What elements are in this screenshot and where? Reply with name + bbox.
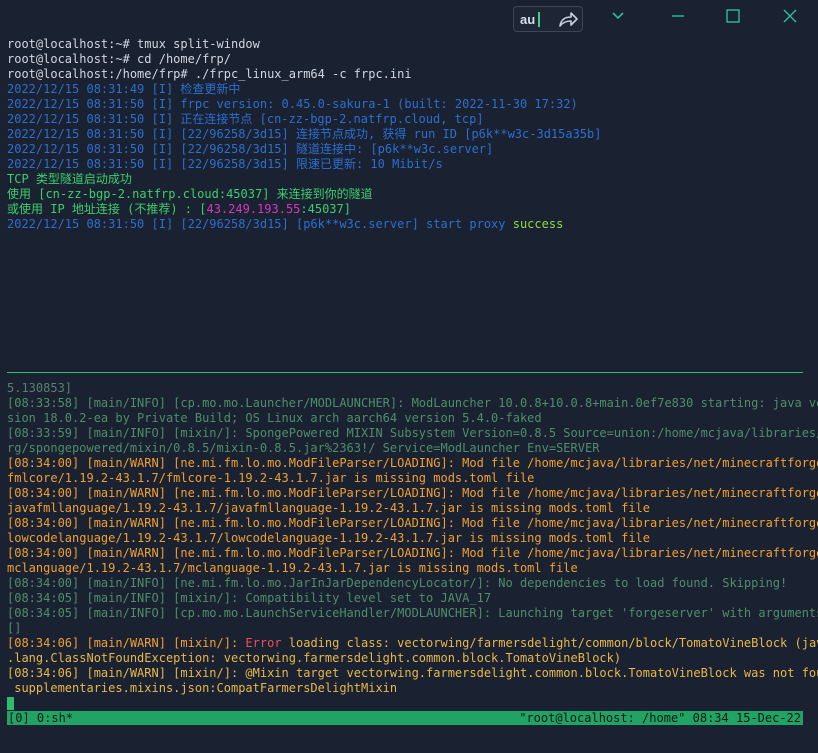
terminal-line: supplementaries.mixins.json:CompatFarmer… (7, 681, 818, 696)
tmux-window-list[interactable]: [0] 0:sh* (8, 711, 73, 725)
terminal-text: [08:34:06] [main/WARN] [mixin/]: @Mixin … (7, 666, 818, 680)
minimize-button[interactable] (666, 4, 690, 28)
terminal-text: [08:34:00] [main/WARN] [ne.mi.fm.lo.mo.M… (7, 486, 818, 500)
terminal-text: .lang.ClassNotFoundException: vectorwing… (7, 651, 622, 665)
terminal-text: 2022/12/15 08:31:50 [I] [22/96258/3d15] … (7, 142, 494, 156)
terminal-line: [08:34:06] [main/WARN] [mixin/]: Error l… (7, 636, 818, 651)
terminal-line: root@localhost:~# cd /home/frp/ (7, 52, 602, 67)
terminal-line: 2022/12/15 08:31:50 [I] [22/96258/3d15] … (7, 142, 602, 157)
share-arrow-icon[interactable] (558, 11, 578, 28)
terminal-text: 43.249.193.55 (206, 202, 301, 216)
terminal-line: 5.130853] (7, 381, 818, 396)
terminal-text: root@localhost:/home/frp# ./frpc_linux_a… (7, 67, 412, 81)
terminal-text: 2022/12/15 08:31:49 [I] 检查更新中 (7, 82, 241, 96)
terminal-text: root@localhost:~# tmux split-window (7, 37, 260, 51)
terminal-line: 2022/12/15 08:31:50 [I] 正在连接节点 [cn-zz-bg… (7, 112, 602, 127)
terminal-text: 2022/12/15 08:31:50 [I] 正在连接节点 [cn-zz-bg… (7, 112, 484, 126)
terminal-line: 使用 [cn-zz-bgp-2.natfrp.cloud:45037] 来连接到… (7, 187, 602, 202)
terminal-text: root@localhost:~# cd /home/frp/ (7, 52, 231, 66)
terminal-line: 2022/12/15 08:31:50 [I] frpc version: 0.… (7, 97, 602, 112)
terminal-text: [08:34:00] [main/WARN] [ne.mi.fm.lo.mo.M… (7, 456, 818, 470)
terminal-line: 或使用 IP 地址连接 (不推荐) : [43.249.193.55:45037… (7, 202, 602, 217)
maximize-button[interactable] (721, 4, 745, 28)
terminal-text: 或使用 IP 地址连接 (不推荐) : [ (7, 202, 207, 216)
terminal-text: 2022/12/15 08:31:50 [I] frpc version: 0.… (7, 97, 578, 111)
terminal-line: mclanguage/1.19.2-43.1.7/mclanguage-1.19… (7, 561, 818, 576)
terminal-pane-top[interactable]: root@localhost:~# tmux split-window root@… (7, 37, 602, 232)
terminal-text: [08:33:58] [main/INFO] [cp.mo.mo.Launche… (7, 396, 818, 410)
terminal-text: TCP 类型隧道启动成功 (7, 172, 132, 186)
terminal-line: [08:34:06] [main/WARN] [mixin/]: @Mixin … (7, 666, 818, 681)
terminal-line: rg/spongepowered/mixin/0.8.5/mixin-0.8.5… (7, 441, 818, 456)
terminal-text: success (512, 217, 564, 231)
terminal-text: lowcodelanguage/1.19.2-43.1.7/lowcodelan… (7, 531, 650, 545)
terminal-text: :45037] (300, 202, 351, 216)
terminal-text: [08:34:05] [main/INFO] [mixin/]: Compati… (7, 591, 492, 605)
terminal-text: [08:34:00] [main/WARN] [ne.mi.fm.lo.mo.M… (7, 546, 818, 560)
terminal-line: sion 18.0.2-ea by Private Build; OS Linu… (7, 411, 818, 426)
terminal-line: TCP 类型隧道启动成功 (7, 172, 602, 187)
terminal-line: [08:33:58] [main/INFO] [cp.mo.mo.Launche… (7, 396, 818, 411)
terminal-line: [08:34:00] [main/INFO] [ne.mi.fm.lo.mo.J… (7, 576, 818, 591)
terminal-line: fmlcore/1.19.2-43.1.7/fmlcore-1.19.2-43.… (7, 471, 818, 486)
terminal-text: [08:34:00] [main/INFO] [ne.mi.fm.lo.mo.J… (7, 576, 788, 590)
terminal-text: 2022/12/15 08:31:50 [I] [22/96258/3d15] … (7, 157, 443, 171)
chevron-down-icon[interactable] (606, 4, 630, 28)
text-cursor-icon (538, 12, 540, 27)
terminal-text: sion 18.0.2-ea by Private Build; OS Linu… (7, 411, 542, 425)
ime-indicator[interactable]: au (513, 6, 583, 32)
terminal-line: [08:33:59] [main/INFO] [mixin/]: SpongeP… (7, 426, 818, 441)
terminal-text: loading class: vectorwing/farmersdelight… (281, 636, 818, 650)
terminal-text: supplementaries.mixins.json:CompatFarmer… (7, 681, 398, 695)
terminal-text: rg/spongepowered/mixin/0.8.5/mixin-0.8.5… (7, 441, 600, 455)
terminal-text: mclanguage/1.19.2-43.1.7/mclanguage-1.19… (7, 561, 578, 575)
terminal-line: [08:34:05] [main/INFO] [cp.mo.mo.LaunchS… (7, 606, 818, 621)
terminal-line: [08:34:00] [main/WARN] [ne.mi.fm.lo.mo.M… (7, 546, 818, 561)
terminal-text: Error (245, 636, 282, 650)
terminal-line: root@localhost:~# tmux split-window (7, 37, 602, 52)
terminal-text: 2022/12/15 08:31:50 [I] [22/96258/3d15] … (7, 127, 602, 141)
terminal-text: [] (7, 621, 22, 635)
terminal-line: 2022/12/15 08:31:49 [I] 检查更新中 (7, 82, 602, 97)
tmux-status-info: "root@localhost: /home" 08:34 15-Dec-22 (519, 711, 801, 725)
terminal-text: fmlcore/1.19.2-43.1.7/fmlcore-1.19.2-43.… (7, 471, 535, 485)
terminal-text: [08:33:59] [main/INFO] [mixin/]: SpongeP… (7, 426, 818, 440)
terminal-line: [08:34:00] [main/WARN] [ne.mi.fm.lo.mo.M… (7, 486, 818, 501)
terminal-text: [08:34:06] [main/WARN] [mixin/]: (7, 636, 246, 650)
pane-divider[interactable] (7, 372, 803, 373)
terminal-line: [08:34:00] [main/WARN] [ne.mi.fm.lo.mo.M… (7, 456, 818, 471)
terminal-line: javafmllanguage/1.19.2-43.1.7/javafmllan… (7, 501, 818, 516)
window-titlebar: au (0, 0, 818, 34)
terminal-line: .lang.ClassNotFoundException: vectorwing… (7, 651, 818, 666)
ime-label: au (520, 12, 536, 27)
terminal-line: 2022/12/15 08:31:50 [I] [22/96258/3d15] … (7, 217, 602, 232)
terminal-line: root@localhost:/home/frp# ./frpc_linux_a… (7, 67, 602, 82)
close-button[interactable] (778, 4, 802, 28)
terminal-text: 5.130853] (7, 381, 73, 395)
terminal-text: 2022/12/15 08:31:50 [I] [22/96258/3d15] … (7, 217, 513, 231)
terminal-line: lowcodelanguage/1.19.2-43.1.7/lowcodelan… (7, 531, 818, 546)
terminal-text: javafmllanguage/1.19.2-43.1.7/javafmllan… (7, 501, 650, 515)
terminal-text: 使用 [cn-zz-bgp-2.natfrp.cloud:45037] 来连接到… (7, 187, 373, 201)
terminal-line: [08:34:05] [main/INFO] [mixin/]: Compati… (7, 591, 818, 606)
terminal-line: 2022/12/15 08:31:50 [I] [22/96258/3d15] … (7, 127, 602, 142)
terminal-line: [] (7, 621, 818, 636)
terminal-text: [08:34:00] [main/WARN] [ne.mi.fm.lo.mo.M… (7, 516, 818, 530)
tmux-status-bar: [0] 0:sh* "root@localhost: /home" 08:34 … (7, 711, 803, 725)
terminal-cursor (7, 697, 14, 710)
terminal-line: 2022/12/15 08:31:50 [I] [22/96258/3d15] … (7, 157, 602, 172)
terminal-pane-bottom[interactable]: 5.130853] [08:33:58] [main/INFO] [cp.mo.m… (7, 381, 818, 696)
terminal-text: [08:34:05] [main/INFO] [cp.mo.mo.LaunchS… (7, 606, 818, 620)
terminal-line: [08:34:00] [main/WARN] [ne.mi.fm.lo.mo.M… (7, 516, 818, 531)
